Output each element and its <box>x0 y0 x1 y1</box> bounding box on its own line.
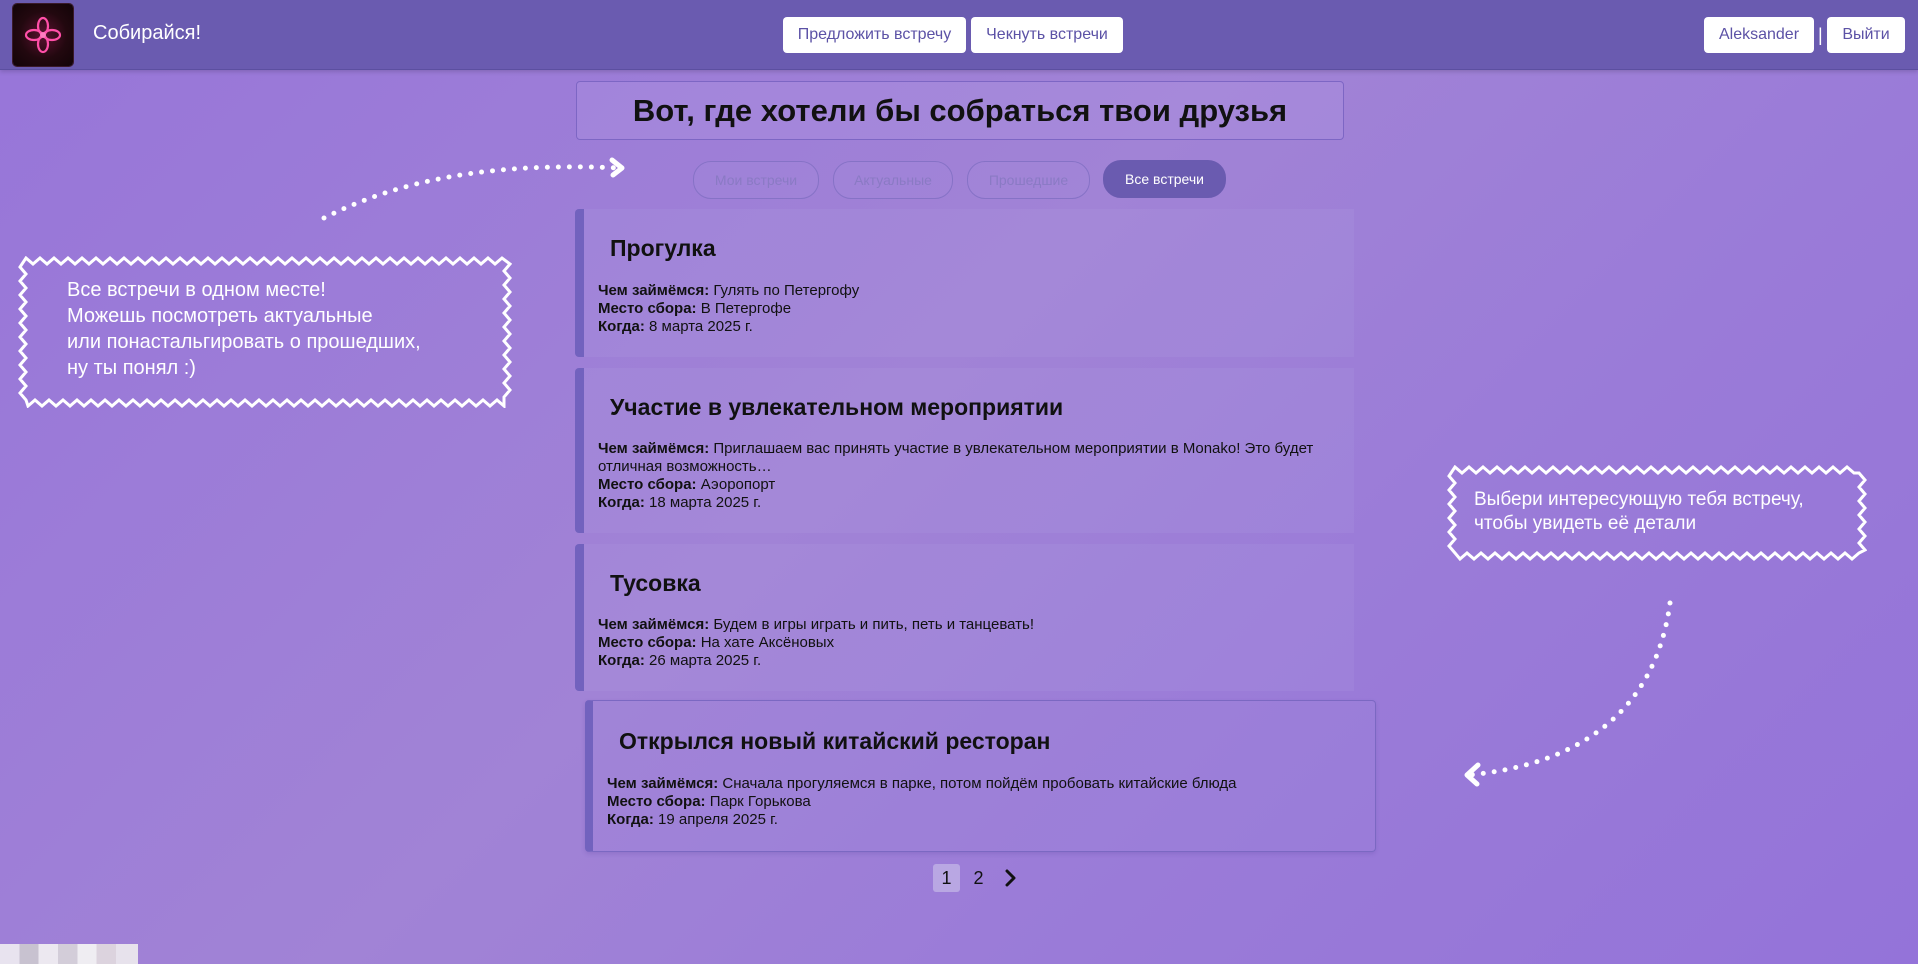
meeting-details: Чем займёмся: Приглашаем вас принять уча… <box>598 440 1328 512</box>
meeting-place: На хате Аксёновых <box>700 634 835 651</box>
meeting-card[interactable]: Прогулка Чем займёмся: Гулять по Петерго… <box>575 209 1354 357</box>
meeting-title: Участие в увлекательном мероприятии <box>610 394 1064 420</box>
meeting-when: 26 марта 2025 г. <box>649 652 762 669</box>
dotted-arrow-left-icon <box>1464 600 1673 787</box>
page-1-button[interactable]: 1 <box>933 864 960 892</box>
filter-my-meetings[interactable]: Мои встречи <box>693 161 819 199</box>
filter-past[interactable]: Прошедшие <box>967 161 1090 199</box>
label-what: Чем займёмся: <box>598 440 710 457</box>
left-callout-text: Все встречи в одном месте! Можешь посмот… <box>67 277 421 381</box>
meeting-place: В Петергофе <box>700 300 792 317</box>
page-title: Вот, где хотели бы собраться твои друзья <box>576 81 1344 140</box>
blurred-corner-image <box>0 944 138 964</box>
label-what: Чем займёмся: <box>598 282 710 299</box>
app-logo[interactable] <box>13 4 73 66</box>
dotted-arrow-up-icon <box>321 157 625 221</box>
logout-button[interactable]: Выйти <box>1827 17 1905 53</box>
callout-line: Все встречи в одном месте! <box>67 279 326 301</box>
meeting-when: 18 марта 2025 г. <box>649 494 762 511</box>
filter-all-meetings[interactable]: Все встречи <box>1103 160 1226 198</box>
label-place: Место сбора: <box>598 476 697 493</box>
meeting-details: Чем займёмся: Будем в игры играть и пить… <box>598 616 1328 670</box>
meeting-when: 19 апреля 2025 г. <box>658 811 778 828</box>
next-page-button[interactable] <box>997 864 1024 892</box>
meeting-details: Чем займёмся: Сначала прогуляемся в парк… <box>607 775 1337 829</box>
callout-line: Можешь посмотреть актуальные <box>67 305 373 327</box>
meeting-details: Чем займёмся: Гулять по Петергофу Место … <box>598 282 1328 336</box>
propose-meeting-button[interactable]: Предложить встречу <box>783 17 966 53</box>
label-when: Когда: <box>598 494 645 511</box>
label-what: Чем займёмся: <box>607 775 719 792</box>
meeting-place: Аэоропорт <box>700 476 776 493</box>
flower-logo-icon <box>24 16 62 54</box>
meeting-what: Гулять по Петергофу <box>713 282 860 299</box>
check-meetings-button[interactable]: Чекнуть встречи <box>971 17 1123 53</box>
label-place: Место сбора: <box>598 300 697 317</box>
meeting-place: Парк Горькова <box>709 793 811 810</box>
callout-line: Выбери интересующую тебя встречу, <box>1474 489 1804 510</box>
label-place: Место сбора: <box>598 634 697 651</box>
right-callout-text: Выбери интересующую тебя встречу, чтобы … <box>1474 488 1804 536</box>
meeting-when: 8 марта 2025 г. <box>649 318 753 335</box>
callout-line: или понастальгировать о прошедших, <box>67 331 421 353</box>
user-separator: | <box>1818 25 1823 45</box>
callout-line: ну ты понял :) <box>67 357 196 379</box>
meeting-title: Тусовка <box>610 570 701 596</box>
page-2-button[interactable]: 2 <box>965 864 992 892</box>
chevron-right-icon <box>1005 869 1015 887</box>
label-place: Место сбора: <box>607 793 706 810</box>
label-what: Чем займёмся: <box>598 616 710 633</box>
filter-actual[interactable]: Актуальные <box>833 161 953 199</box>
meeting-card[interactable]: Тусовка Чем займёмся: Будем в игры играт… <box>575 544 1354 691</box>
user-profile-button[interactable]: Aleksander <box>1704 17 1814 53</box>
label-when: Когда: <box>598 318 645 335</box>
meeting-what: Сначала прогуляемся в парке, потом пойдё… <box>722 775 1237 792</box>
meeting-what: Будем в игры играть и пить, петь и танце… <box>713 616 1034 633</box>
label-when: Когда: <box>598 652 645 669</box>
app-title: Собирайся! <box>93 22 201 44</box>
top-navbar: Собирайся! Предложить встречу Чекнуть вс… <box>0 0 1918 70</box>
meeting-title: Прогулка <box>610 235 716 261</box>
callout-line: чтобы увидеть её детали <box>1474 513 1697 534</box>
meeting-card-hovered[interactable]: Открылся новый китайский ресторан Чем за… <box>585 700 1376 852</box>
meeting-title: Открылся новый китайский ресторан <box>619 728 1051 754</box>
meeting-card[interactable]: Участие в увлекательном мероприятии Чем … <box>575 368 1354 533</box>
label-when: Когда: <box>607 811 654 828</box>
